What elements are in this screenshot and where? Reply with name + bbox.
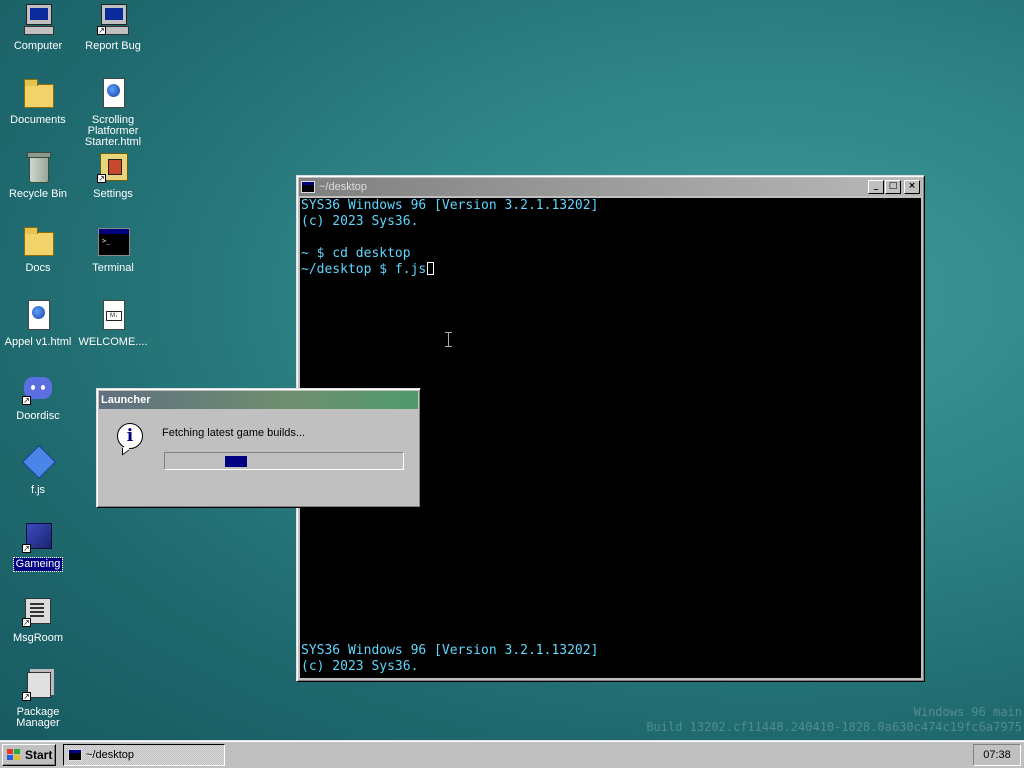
msgroom-icon: ↗ (21, 594, 55, 628)
taskbar-item-terminal[interactable]: ~/desktop (63, 744, 225, 766)
desktop-icon-f-js[interactable]: f.js (1, 445, 75, 497)
info-icon: i (117, 423, 143, 449)
desktop-icon-report-bug[interactable]: ↗ Report Bug (76, 2, 150, 53)
start-label: Start (25, 748, 53, 762)
html-file-icon (96, 76, 130, 110)
ibeam-cursor-icon (445, 331, 452, 347)
terminal-icon (301, 181, 315, 193)
terminal-bottom-output: SYS36 Windows 96 [Version 3.2.1.13202] (… (301, 643, 598, 675)
launcher-dialog[interactable]: Launcher i Fetching latest game builds..… (96, 388, 421, 508)
desktop-icon-terminal[interactable]: Terminal (76, 224, 150, 275)
launcher-title: Launcher (101, 394, 151, 406)
desktop-icon-doordisc[interactable]: ↗ Doordisc (1, 372, 75, 423)
watermark-line-2: Build 13202.cf11448.240410-1828.0a630c47… (646, 720, 1022, 734)
terminal-line: (c) 2023 Sys36. (301, 214, 419, 229)
minimize-button[interactable]: _ (868, 180, 884, 194)
recycle-bin-icon (21, 150, 55, 184)
cube-icon: ↗ (21, 520, 55, 554)
terminal-title: ~/desktop (319, 181, 368, 193)
terminal-line: SYS36 Windows 96 [Version 3.2.1.13202] (301, 198, 599, 213)
launcher-body: i Fetching latest game builds... (99, 409, 418, 505)
terminal-line: ~ $ cd desktop (301, 246, 411, 261)
desktop-icon-recycle-bin[interactable]: Recycle Bin (1, 150, 75, 201)
folder-icon (21, 76, 55, 110)
text-cursor (427, 262, 435, 275)
terminal-icon (68, 749, 82, 761)
settings-icon: ↗ (96, 150, 130, 184)
desktop-icon-documents[interactable]: Documents (1, 76, 75, 127)
watermark-line-1: Windows 96 main (913, 705, 1022, 719)
progress-bar (164, 452, 404, 470)
progress-indicator (225, 456, 247, 467)
discord-icon: ↗ (21, 372, 55, 406)
terminal-icon (96, 224, 130, 258)
close-button[interactable]: × (904, 180, 920, 194)
terminal-titlebar[interactable]: ~/desktop _ □ × (299, 178, 922, 196)
clock: 07:38 (983, 749, 1011, 761)
js-file-icon (21, 445, 56, 480)
launcher-titlebar[interactable]: Launcher (99, 391, 418, 409)
terminal-command: ~/desktop $ f.js (301, 262, 427, 277)
desktop-icon-package-manager[interactable]: ↗ Package Manager (1, 668, 75, 730)
markdown-file-icon: M↓ (96, 298, 130, 332)
desktop-icon-docs[interactable]: Docs (1, 224, 75, 275)
taskbar: Start ~/desktop 07:38 (0, 740, 1024, 768)
start-button[interactable]: Start (2, 744, 56, 766)
desktop-icon-welcome[interactable]: M↓ WELCOME.... (76, 298, 150, 349)
windows-logo-icon (7, 749, 21, 761)
computer-icon (21, 2, 55, 36)
build-watermark: Windows 96 main Build 13202.cf11448.2404… (646, 705, 1022, 735)
desktop-icon-gameing[interactable]: ↗ Gameing (1, 520, 75, 572)
desktop-icon-msgroom[interactable]: ↗ MsgRoom (1, 594, 75, 645)
desktop-icon-scrolling-platformer[interactable]: Scrolling Platformer Starter.html (76, 76, 150, 149)
desktop: Computer Documents Recycle Bin Docs Appe… (0, 0, 1024, 740)
terminal-prompt-line[interactable]: ~/desktop $ f.js (301, 262, 920, 278)
computer-icon: ↗ (96, 2, 130, 36)
terminal-line: (c) 2023 Sys36. (301, 659, 419, 674)
taskbar-item-label: ~/desktop (86, 749, 135, 761)
terminal-line: SYS36 Windows 96 [Version 3.2.1.13202] (301, 643, 599, 658)
package-icon: ↗ (21, 668, 55, 702)
desktop-icon-computer[interactable]: Computer (1, 2, 75, 53)
system-tray-clock[interactable]: 07:38 (973, 744, 1021, 766)
folder-icon (21, 224, 55, 258)
html-file-icon (21, 298, 55, 332)
launcher-message: Fetching latest game builds... (162, 427, 306, 439)
desktop-icon-appel[interactable]: Appel v1.html (1, 298, 75, 349)
maximize-button[interactable]: □ (885, 180, 901, 194)
desktop-icon-settings[interactable]: ↗ Settings (76, 150, 150, 201)
